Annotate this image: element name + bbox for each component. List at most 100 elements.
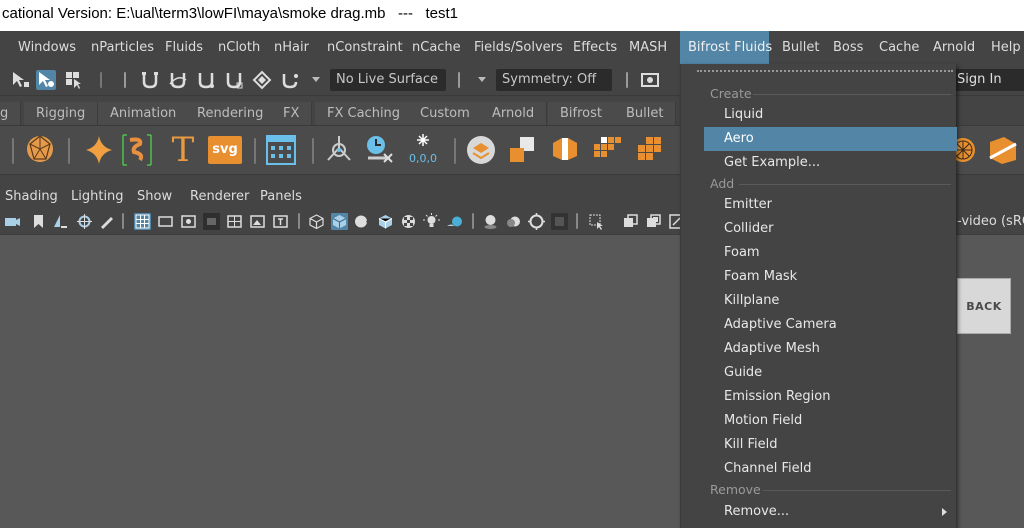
xray-icon[interactable] [622,213,639,230]
menu-fluids[interactable]: Fluids [159,31,209,64]
snap-magnet-icon[interactable] [280,70,300,90]
diagonal-cube-icon[interactable] [986,132,1020,168]
panel-menu-shading[interactable]: Shading [5,185,58,209]
grease-pencil-icon[interactable] [98,213,115,230]
menu-item-emission-region[interactable]: Emission Region [704,385,957,409]
menu-item-killplane[interactable]: Killplane [704,289,957,313]
menu-nconstraint[interactable]: nConstraint [321,31,409,64]
menu-item-adaptive-camera[interactable]: Adaptive Camera [704,313,957,337]
panel-menu-lighting[interactable]: Lighting [71,185,124,209]
menu-item-emitter[interactable]: Emitter [704,193,957,217]
menu-item-kill-field[interactable]: Kill Field [704,433,957,457]
tab-g[interactable]: g [0,102,22,125]
menu-item-foam[interactable]: Foam [704,241,957,265]
menu-arnold[interactable]: Arnold [927,31,981,64]
layers-icon[interactable] [464,132,498,168]
menu-effects[interactable]: Effects [567,31,623,64]
menu-ncache[interactable]: nCache [406,31,467,64]
image-plane-icon[interactable] [52,213,69,230]
tab-custom[interactable]: Custom [408,102,483,125]
xray-joints-icon[interactable] [645,213,662,230]
field-chart-icon[interactable] [226,213,243,230]
menu-boss[interactable]: Boss [827,31,869,64]
smooth-shade-icon[interactable] [331,213,348,230]
chevron-down-icon[interactable] [312,77,320,82]
polygon-sphere-icon[interactable] [24,132,58,168]
tab-animation[interactable]: Animation [98,102,190,125]
menu-mash[interactable]: MASH [623,31,673,64]
tab-fx[interactable]: FX [271,102,313,125]
tab-rigging[interactable]: Rigging [24,102,99,125]
ambient-occlusion-icon[interactable] [482,213,499,230]
select-object-icon[interactable] [36,70,56,90]
menu-item-liquid[interactable]: Liquid [704,103,957,127]
snap-live-icon[interactable] [252,70,272,90]
menu-help[interactable]: Help [985,31,1024,64]
safe-action-icon[interactable] [249,213,266,230]
menu-item-adaptive-mesh[interactable]: Adaptive Mesh [704,337,957,361]
safe-title-icon[interactable] [272,213,289,230]
menu-item-foam-mask[interactable]: Foam Mask [704,265,957,289]
tab-rendering[interactable]: Rendering [185,102,277,125]
grid-panel-icon[interactable] [264,132,298,168]
menu-tear-off[interactable] [697,70,953,84]
time-delete-icon[interactable] [362,132,396,168]
select-hierarchy-icon[interactable] [10,70,30,90]
panel-menu-show[interactable]: Show [137,185,172,209]
snap-curve-icon[interactable] [168,70,188,90]
menu-windows[interactable]: Windows [12,31,82,64]
isolate-select-icon[interactable] [588,213,605,230]
type-tool-icon[interactable]: T [166,132,200,168]
panel-menu-renderer[interactable]: Renderer [190,185,249,209]
render-view-icon[interactable] [640,70,660,90]
lighting-icon[interactable] [423,213,440,230]
curve-warp-icon[interactable] [120,132,154,168]
two-d-pan-icon[interactable] [76,213,93,230]
menu-item-channel-field[interactable]: Channel Field [704,457,957,481]
wireframe-on-shaded-icon[interactable] [354,213,371,230]
bookmark-icon[interactable] [30,213,47,230]
color-space-label[interactable]: -video (sRG [957,212,1024,232]
menu-nparticles[interactable]: nParticles [85,31,160,64]
wireframe-icon[interactable] [308,213,325,230]
menu-item-aero[interactable]: Aero [704,127,957,151]
gate-mask-icon[interactable] [203,213,220,230]
menu-item-get-example[interactable]: Get Example... [704,151,957,175]
resolution-gate-icon[interactable] [180,213,197,230]
textured-icon[interactable] [377,213,394,230]
sparkle-icon[interactable] [82,132,116,168]
camera-icon[interactable] [4,213,21,230]
grid-toggle-icon[interactable] [134,213,151,230]
menu-nhair[interactable]: nHair [268,31,315,64]
menu-cache[interactable]: Cache [873,31,925,64]
tab-fx-caching[interactable]: FX Caching [315,102,414,125]
tab-arnold[interactable]: Arnold [480,102,548,125]
select-component-icon[interactable] [64,70,84,90]
checker-icon[interactable] [400,213,417,230]
menu-item-remove[interactable]: Remove... [704,500,957,524]
snowflake-icon[interactable]: 0,0,0 [406,132,440,168]
svg-tool-icon[interactable]: svg [208,136,242,164]
menu-fields-solvers[interactable]: Fields/Solvers [468,31,569,64]
panel-menu-panels[interactable]: Panels [260,185,302,209]
live-surface-field[interactable]: No Live Surface [330,69,446,91]
nucleus-icon[interactable] [322,132,356,168]
grid-cubes-icon[interactable] [590,132,624,168]
block-cubes-icon[interactable] [632,132,666,168]
film-gate-icon[interactable] [157,213,174,230]
depth-of-field-icon[interactable] [551,213,568,230]
sign-in-button[interactable]: Sign In [950,69,1024,91]
menu-bifrost-fluids[interactable]: Bifrost Fluids [680,31,772,64]
tab-bullet[interactable]: Bullet [614,102,677,125]
cubes-offset-icon[interactable] [506,132,540,168]
menu-item-guide[interactable]: Guide [704,361,957,385]
cube-split-icon[interactable] [548,132,582,168]
menu-item-motion-field[interactable]: Motion Field [704,409,957,433]
chevron-down-icon[interactable] [478,77,486,82]
shadows-icon[interactable] [446,213,463,230]
anti-alias-icon[interactable] [528,213,545,230]
snap-grid-icon[interactable] [140,70,160,90]
tab-bifrost[interactable]: Bifrost [548,102,615,125]
menu-bullet[interactable]: Bullet [776,31,825,64]
snap-point-icon[interactable] [196,70,216,90]
